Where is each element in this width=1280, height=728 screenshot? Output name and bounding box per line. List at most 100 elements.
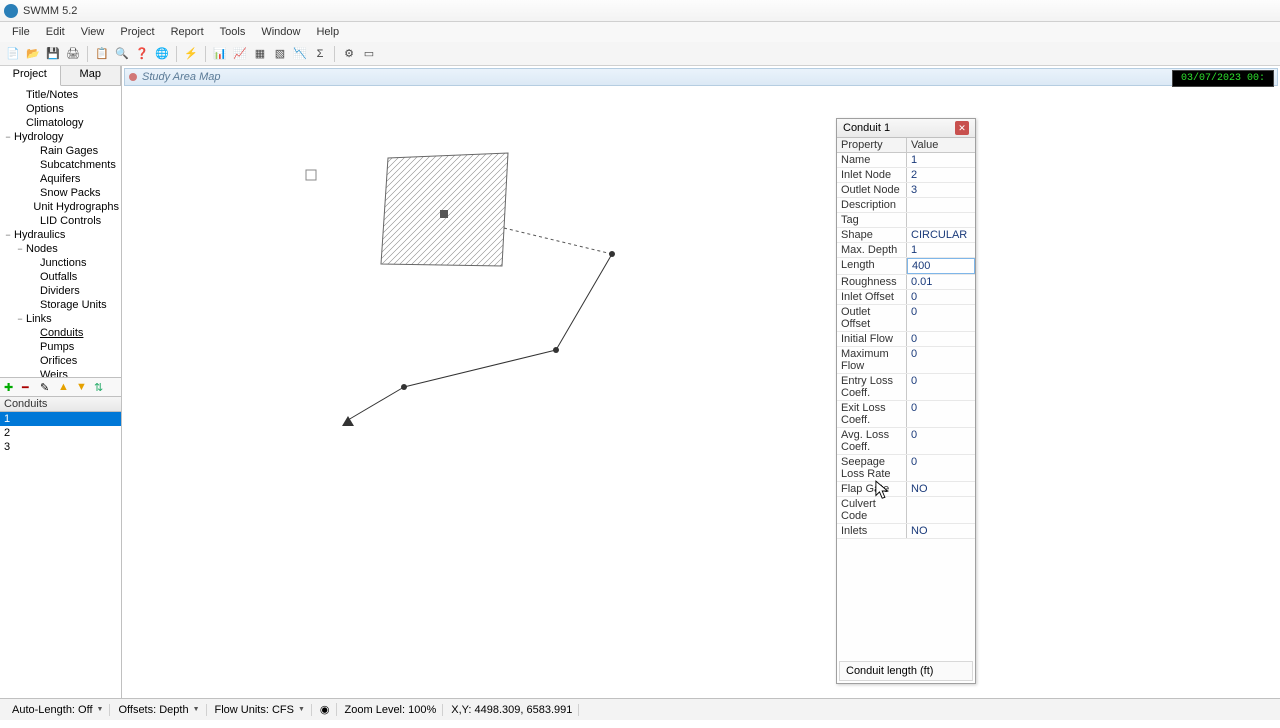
property-row[interactable]: Avg. Loss Coeff.0 <box>837 428 975 455</box>
property-row[interactable]: Entry Loss Coeff.0 <box>837 374 975 401</box>
tab-map[interactable]: Map <box>61 66 122 85</box>
print-icon[interactable]: 🖨 <box>64 45 82 63</box>
property-value[interactable]: 1 <box>907 153 975 167</box>
copy-icon[interactable]: 📋 <box>93 45 111 63</box>
conduit-link[interactable] <box>404 350 556 387</box>
property-value[interactable]: NO <box>907 482 975 496</box>
run-icon[interactable]: ⚡ <box>182 45 200 63</box>
tree-expander-icon[interactable]: − <box>14 244 26 254</box>
property-editor-panel[interactable]: Conduit 1 ✕ Property Value Name1Inlet No… <box>836 118 976 684</box>
menu-edit[interactable]: Edit <box>38 24 73 40</box>
up-icon[interactable]: ▲ <box>58 381 70 393</box>
rain-gage-node[interactable] <box>306 170 316 180</box>
property-value[interactable]: 0.01 <box>907 275 975 289</box>
subcatchment-polygon[interactable] <box>381 153 508 266</box>
new-file-icon[interactable]: 📄 <box>4 45 22 63</box>
property-row[interactable]: Outlet Node3 <box>837 183 975 198</box>
property-row[interactable]: Initial Flow0 <box>837 332 975 347</box>
profile-icon[interactable]: ▧ <box>271 45 289 63</box>
down-icon[interactable]: ▼ <box>76 381 88 393</box>
property-value[interactable]: 2 <box>907 168 975 182</box>
conduit-link[interactable] <box>348 387 404 420</box>
menu-window[interactable]: Window <box>253 24 308 40</box>
status-auto-length[interactable]: Auto-Length: Off▼ <box>6 704 110 716</box>
status-report-icon[interactable]: 📊 <box>211 45 229 63</box>
property-value[interactable] <box>907 198 975 212</box>
property-row[interactable]: Flap GateNO <box>837 482 975 497</box>
property-row[interactable]: Seepage Loss Rate0 <box>837 455 975 482</box>
project-tree[interactable]: Title/NotesOptionsClimatology−HydrologyR… <box>0 86 121 377</box>
property-value[interactable]: 0 <box>907 401 975 427</box>
subcatchment-centroid[interactable] <box>440 210 448 218</box>
tree-node-storage-units[interactable]: Storage Units <box>0 298 121 312</box>
tree-node-dividers[interactable]: Dividers <box>0 284 121 298</box>
property-row[interactable]: Exit Loss Coeff.0 <box>837 401 975 428</box>
tree-node-unit-hydrographs[interactable]: Unit Hydrographs <box>0 200 121 214</box>
query-icon[interactable]: ❓ <box>133 45 151 63</box>
item-list[interactable]: 123 <box>0 412 121 699</box>
property-value[interactable]: 0 <box>907 428 975 454</box>
property-value[interactable]: 0 <box>907 455 975 481</box>
tree-node-hydraulics[interactable]: −Hydraulics <box>0 228 121 242</box>
sum-icon[interactable]: Σ <box>311 45 329 63</box>
stats-icon[interactable]: 📉 <box>291 45 309 63</box>
menu-project[interactable]: Project <box>112 24 162 40</box>
property-value[interactable]: 3 <box>907 183 975 197</box>
property-row[interactable]: Inlet Node2 <box>837 168 975 183</box>
tree-node-climatology[interactable]: Climatology <box>0 116 121 130</box>
sort-icon[interactable]: ⇅ <box>94 381 106 393</box>
map-window-title[interactable]: Study Area Map <box>124 68 1278 86</box>
tree-node-rain-gages[interactable]: Rain Gages <box>0 144 121 158</box>
graph-icon[interactable]: 📈 <box>231 45 249 63</box>
close-icon[interactable]: ✕ <box>955 121 969 135</box>
tree-node-nodes[interactable]: −Nodes <box>0 242 121 256</box>
property-value[interactable]: 400 <box>907 258 975 274</box>
property-row[interactable]: Culvert Code <box>837 497 975 524</box>
property-value[interactable]: CIRCULAR <box>907 228 975 242</box>
list-item[interactable]: 2 <box>0 426 121 440</box>
tree-node-lid-controls[interactable]: LID Controls <box>0 214 121 228</box>
property-value[interactable] <box>907 497 975 523</box>
tree-node-title-notes[interactable]: Title/Notes <box>0 88 121 102</box>
conduit-link[interactable] <box>556 254 612 350</box>
property-value[interactable]: 1 <box>907 243 975 257</box>
tab-project[interactable]: Project <box>0 66 61 86</box>
tree-expander-icon[interactable]: − <box>14 314 26 324</box>
tree-node-subcatchments[interactable]: Subcatchments <box>0 158 121 172</box>
tree-node-aquifers[interactable]: Aquifers <box>0 172 121 186</box>
globe-icon[interactable]: 🌐 <box>153 45 171 63</box>
property-row[interactable]: ShapeCIRCULAR <box>837 228 975 243</box>
menu-tools[interactable]: Tools <box>212 24 254 40</box>
find-icon[interactable]: 🔍 <box>113 45 131 63</box>
options-icon[interactable]: ⚙ <box>340 45 358 63</box>
menu-file[interactable]: File <box>4 24 38 40</box>
tree-node-links[interactable]: −Links <box>0 312 121 326</box>
property-value[interactable]: 0 <box>907 332 975 346</box>
property-row[interactable]: Inlet Offset0 <box>837 290 975 305</box>
property-value[interactable] <box>907 213 975 227</box>
property-row[interactable]: Outlet Offset0 <box>837 305 975 332</box>
property-row[interactable]: Description <box>837 198 975 213</box>
tree-expander-icon[interactable]: − <box>2 132 14 142</box>
tree-node-snow-packs[interactable]: Snow Packs <box>0 186 121 200</box>
menu-view[interactable]: View <box>73 24 113 40</box>
property-row[interactable]: Roughness0.01 <box>837 275 975 290</box>
table-icon[interactable]: ▦ <box>251 45 269 63</box>
edit-icon[interactable]: ✎ <box>40 381 52 393</box>
menu-help[interactable]: Help <box>308 24 347 40</box>
tree-node-conduits[interactable]: Conduits <box>0 326 121 340</box>
property-row[interactable]: Maximum Flow0 <box>837 347 975 374</box>
property-value[interactable]: 0 <box>907 374 975 400</box>
tree-node-hydrology[interactable]: −Hydrology <box>0 130 121 144</box>
map-canvas[interactable]: Conduit 1 ✕ Property Value Name1Inlet No… <box>126 88 1276 694</box>
property-row[interactable]: Max. Depth1 <box>837 243 975 258</box>
list-item[interactable]: 1 <box>0 412 121 426</box>
property-value[interactable]: 0 <box>907 290 975 304</box>
property-row[interactable]: Name1 <box>837 153 975 168</box>
tree-node-weirs[interactable]: Weirs <box>0 368 121 377</box>
list-item[interactable]: 3 <box>0 440 121 454</box>
delete-icon[interactable]: ━ <box>22 381 34 393</box>
property-row[interactable]: Length400 <box>837 258 975 275</box>
property-row[interactable]: Tag <box>837 213 975 228</box>
tree-node-pumps[interactable]: Pumps <box>0 340 121 354</box>
